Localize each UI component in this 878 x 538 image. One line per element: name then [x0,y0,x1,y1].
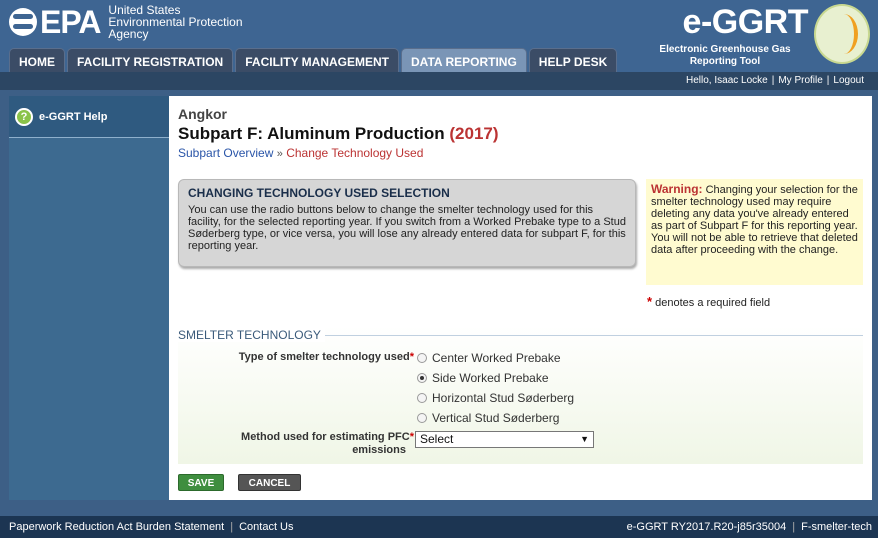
heron-logo-icon [814,4,870,64]
pfc-method-select[interactable]: Select ▼ [415,431,594,448]
smelter-technology-section: SMELTER TECHNOLOGY Type of smelter techn… [178,326,863,464]
help-icon: ? [15,107,33,126]
tab-help-desk[interactable]: HELP DESK [528,48,618,72]
sidebar-item-help[interactable]: ? e-GGRT Help [9,96,169,138]
info-box: CHANGING TECHNOLOGY USED SELECTION You c… [178,179,636,267]
pfc-method-label-line-1: Method used for estimating PFC [241,431,410,443]
my-profile-link[interactable]: My Profile [778,75,822,86]
epa-mark: EPA [9,4,101,40]
logout-link[interactable]: Logout [833,75,864,86]
pfc-method-label: Method used for estimating PFC* emission… [178,431,414,457]
tab-data-reporting[interactable]: DATA REPORTING [401,48,527,72]
radio-label: Horizontal Stud Søderberg [432,391,575,405]
user-greeting: Hello, Isaac Locke [686,75,768,86]
app-title: e-GGRT [682,3,809,41]
app-subtitle: Electronic Greenhouse Gas Reporting Tool [659,44,791,67]
page-id-text: F-smelter-tech [801,521,872,533]
breadcrumb-separator: » [276,148,283,160]
radio-label: Center Worked Prebake [432,351,561,365]
required-note-text: denotes a required field [655,297,771,309]
epa-logo[interactable]: EPA United States Environmental Protecti… [9,4,243,40]
info-text: You can use the radio buttons below to c… [188,204,626,252]
cancel-button[interactable]: CANCEL [238,474,301,491]
sidebar-item-label: e-GGRT Help [39,110,108,123]
radio-button[interactable] [417,353,427,363]
info-title: CHANGING TECHNOLOGY USED SELECTION [188,186,450,200]
reporting-year: (2017) [449,124,499,143]
tab-facility-management[interactable]: FACILITY MANAGEMENT [235,48,400,72]
epa-globe-icon [9,8,37,36]
main-nav: HOME FACILITY REGISTRATION FACILITY MANA… [9,48,619,72]
epa-mark-text: EPA [40,4,101,40]
required-star-icon: * [409,351,414,363]
section-title: SMELTER TECHNOLOGY [178,328,325,342]
radio-side-worked-prebake[interactable]: Side Worked Prebake [417,371,549,385]
breadcrumb: Subpart Overview » Change Technology Use… [178,146,423,160]
radio-button[interactable] [417,393,427,403]
page-title: Subpart F: Aluminum Production (2017) [178,124,499,144]
warning-box: Warning: Changing your selection for the… [646,179,863,285]
section-divider [318,335,863,336]
tech-type-label-text: Type of smelter technology used [238,351,410,363]
page-title-text: Subpart F: Aluminum Production [178,124,445,143]
radio-vertical-stud-soderberg[interactable]: Vertical Stud Søderberg [417,411,559,425]
footer: Paperwork Reduction Act Burden Statement… [0,516,878,538]
tech-type-label: Type of smelter technology used* [178,351,414,363]
sidebar: ? e-GGRT Help [9,96,169,500]
main-content: Angkor Subpart F: Aluminum Production (2… [169,96,872,500]
required-note: * denotes a required field [647,294,770,309]
egg-logo: e-GGRT Electronic Greenhouse Gas Reporti… [659,3,870,67]
radio-label: Vertical Stud Søderberg [432,411,560,425]
save-button[interactable]: SAVE [178,474,224,491]
breadcrumb-current: Change Technology Used [286,146,424,160]
warning-label: Warning: [651,182,703,196]
user-bar: Hello, Isaac Locke | My Profile | Logout [0,72,878,90]
pfc-method-label-line-2: emissions [352,444,406,456]
pfc-method-selected: Select [420,432,454,446]
contact-us-link[interactable]: Contact Us [239,521,293,533]
radio-button[interactable] [417,413,427,423]
version-text: e-GGRT RY2017.R20-j85r35004 [626,521,787,533]
paperwork-link[interactable]: Paperwork Reduction Act Burden Statement [9,521,224,533]
breadcrumb-subpart-overview[interactable]: Subpart Overview [178,146,273,160]
agency-line-3: Agency [108,27,149,41]
required-star-icon: * [647,294,653,309]
tab-home[interactable]: HOME [9,48,65,72]
facility-name: Angkor [178,106,227,122]
radio-button-checked[interactable] [417,373,427,383]
radio-center-worked-prebake[interactable]: Center Worked Prebake [417,351,561,365]
tab-facility-registration[interactable]: FACILITY REGISTRATION [67,48,234,72]
chevron-down-icon: ▼ [580,434,589,444]
agency-name: United States Environmental Protection A… [108,4,242,40]
required-star-icon: * [409,431,414,443]
radio-horizontal-stud-soderberg[interactable]: Horizontal Stud Søderberg [417,391,574,405]
radio-label: Side Worked Prebake [432,371,549,385]
